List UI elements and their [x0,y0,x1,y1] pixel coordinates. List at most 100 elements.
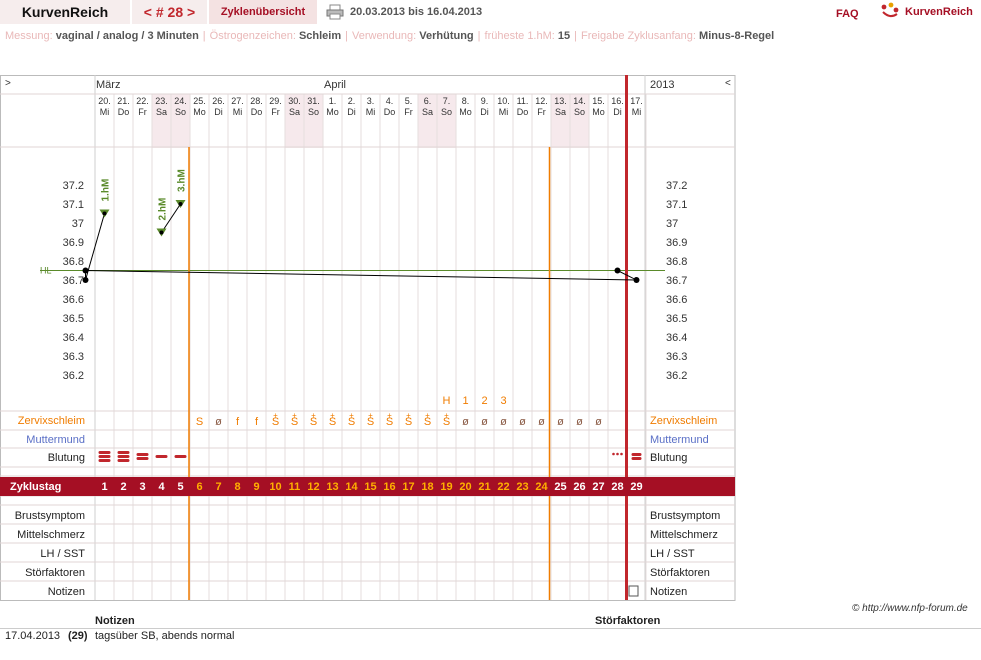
cycle-navigator[interactable]: < # 28 > [132,0,207,24]
date-label: 1. [329,96,337,106]
y-tick-right: 37.2 [666,180,687,192]
temp-point [178,202,183,206]
note-date: 17.04.2013 [5,630,61,642]
mucus-symbol: S [291,416,298,428]
peak-label: 1 [462,395,468,407]
date-label: 14. [573,96,586,106]
weekday-label: So [574,107,585,117]
weekday-label: Sa [156,107,167,117]
meta-key: Verwendung: [351,30,417,42]
mucus-symbol: ø [481,416,488,428]
weekend-shade [285,94,304,148]
logo-text[interactable]: KurvenReich [905,6,973,18]
date-range: 20.03.2013 bis 16.04.2013 [350,6,483,18]
bleeding-mark [117,455,130,458]
row-label-right: Brustsymptom [650,510,720,522]
y-tick-right: 36.7 [666,275,687,287]
cycle-day-number: 26 [573,481,585,493]
note-icon [628,585,639,597]
mucus-plus: + [387,411,392,420]
weekday-label: So [308,107,319,117]
weekday-label: Fr [537,107,546,117]
date-label: 15. [592,96,605,106]
y-tick-right: 36.6 [666,294,687,306]
bleeding-mark [136,457,149,460]
row-label-left: Mittelschmerz [17,529,85,541]
date-label: 10. [497,96,510,106]
cycle-day-number: 7 [215,481,221,493]
hm-marker [99,209,110,218]
peak-label: H [443,395,451,407]
mucus-symbol: S [386,416,393,428]
y-tick-left: 37.1 [63,199,84,211]
y-tick-right: 37 [666,218,678,230]
cycle-day-number: 20 [459,481,471,493]
mucus-symbol: ø [462,416,469,428]
mucus-symbol: S [196,416,203,428]
row-label-right: Muttermund [650,434,709,446]
weekday-label: Mi [632,107,642,117]
y-tick-right: 36.2 [666,370,687,382]
date-label: 8. [462,96,470,106]
weekday-label: Fr [138,107,147,117]
notes-header: Notizen [95,615,135,627]
cycle-day-label: Zyklustag [10,481,61,493]
weekday-label: Di [214,107,223,117]
date-label: 20. [98,96,111,106]
row-label-left: Brustsymptom [15,510,85,522]
row-label-right: Blutung [650,452,687,464]
cycle-day-number: 3 [139,481,145,493]
overview-tab[interactable]: Zyklenübersicht [209,0,317,24]
bleeding-mark [98,459,111,462]
cycle-day-number: 2 [120,481,126,493]
date-label: 26. [212,96,225,106]
cycle-day-number: 10 [269,481,281,493]
temp-point [102,211,107,216]
bleeding-mark [117,459,130,462]
mucus-symbol: S [367,416,374,428]
cycle-day-number: 25 [554,481,566,493]
hl-label: HL [40,266,52,276]
weekday-label: So [175,107,186,117]
cycle-day-number: 19 [440,481,452,493]
mucus-symbol: ø [595,416,602,428]
mucus-symbol: S [348,416,355,428]
y-tick-left: 36.3 [63,351,84,363]
cycle-day-number: 22 [497,481,509,493]
row-label-left: Notizen [48,586,85,598]
date-label: 17. [630,96,643,106]
y-tick-right: 36.9 [666,237,687,249]
cycle-day-number: 23 [516,481,528,493]
month-label: April [324,79,346,91]
cycle-chart: > <2013 März April 20. Mi 21. Do 22. Fr 23. Sa 24. So… [0,0,981,660]
printer-icon[interactable] [326,4,344,20]
weekday-label: Di [347,107,356,117]
y-tick-right: 36.5 [666,313,687,325]
faq-link[interactable]: FAQ [836,8,859,20]
mucus-plus: + [425,411,430,420]
bleeding-mark [98,451,111,454]
date-label: 16. [611,96,624,106]
cycle-day-number: 15 [364,481,376,493]
temp-point [82,267,89,274]
today-marker [625,75,628,600]
bleeding-mark [631,457,642,460]
y-tick-left: 37 [72,218,84,230]
row-label-right: Störfaktoren [650,567,710,579]
weekday-label: Mi [233,107,243,117]
cycle-day-number: 28 [611,481,623,493]
note-text: tagsüber SB, abends normal [95,630,235,642]
cycle-day-number: 11 [289,481,301,493]
date-label: 7. [443,96,451,106]
date-label: 3. [367,96,375,106]
date-label: 31. [307,96,320,106]
date-label: 27. [231,96,244,106]
app-title-tab[interactable]: KurvenReich [0,0,130,24]
weekday-label: Do [118,107,130,117]
cycle-day-number: 5 [177,481,183,493]
weekday-label: Do [517,107,529,117]
bleeding-mark [136,453,149,456]
weekend-shade [570,94,589,148]
meta-value: Schleim [298,30,342,42]
temp-point [82,277,89,283]
